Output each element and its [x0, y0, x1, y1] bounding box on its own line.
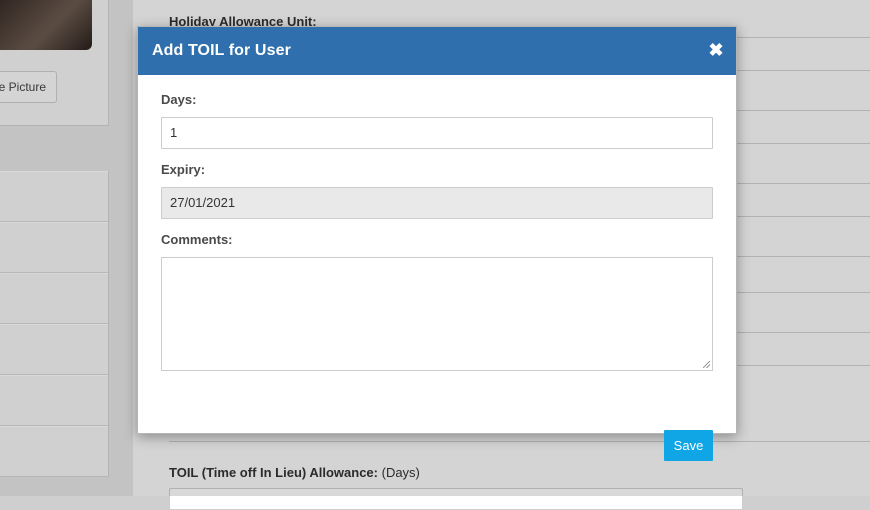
resize-handle-icon[interactable]	[703, 361, 710, 368]
comments-textarea[interactable]	[161, 257, 713, 371]
expiry-label: Expiry:	[161, 162, 206, 177]
days-label: Days:	[161, 92, 197, 107]
modal-header: Add TOIL for User ✖	[138, 27, 736, 75]
days-input[interactable]: 1	[161, 117, 713, 149]
expiry-input[interactable]: 27/01/2021	[161, 187, 713, 219]
add-toil-modal: Add TOIL for User ✖ Days: 1 Expiry: 27/0…	[137, 26, 737, 461]
close-icon[interactable]: ✖	[708, 41, 724, 59]
comments-label: Comments:	[161, 232, 233, 247]
modal-title: Add TOIL for User	[152, 42, 291, 59]
save-button[interactable]: Save	[664, 430, 713, 461]
